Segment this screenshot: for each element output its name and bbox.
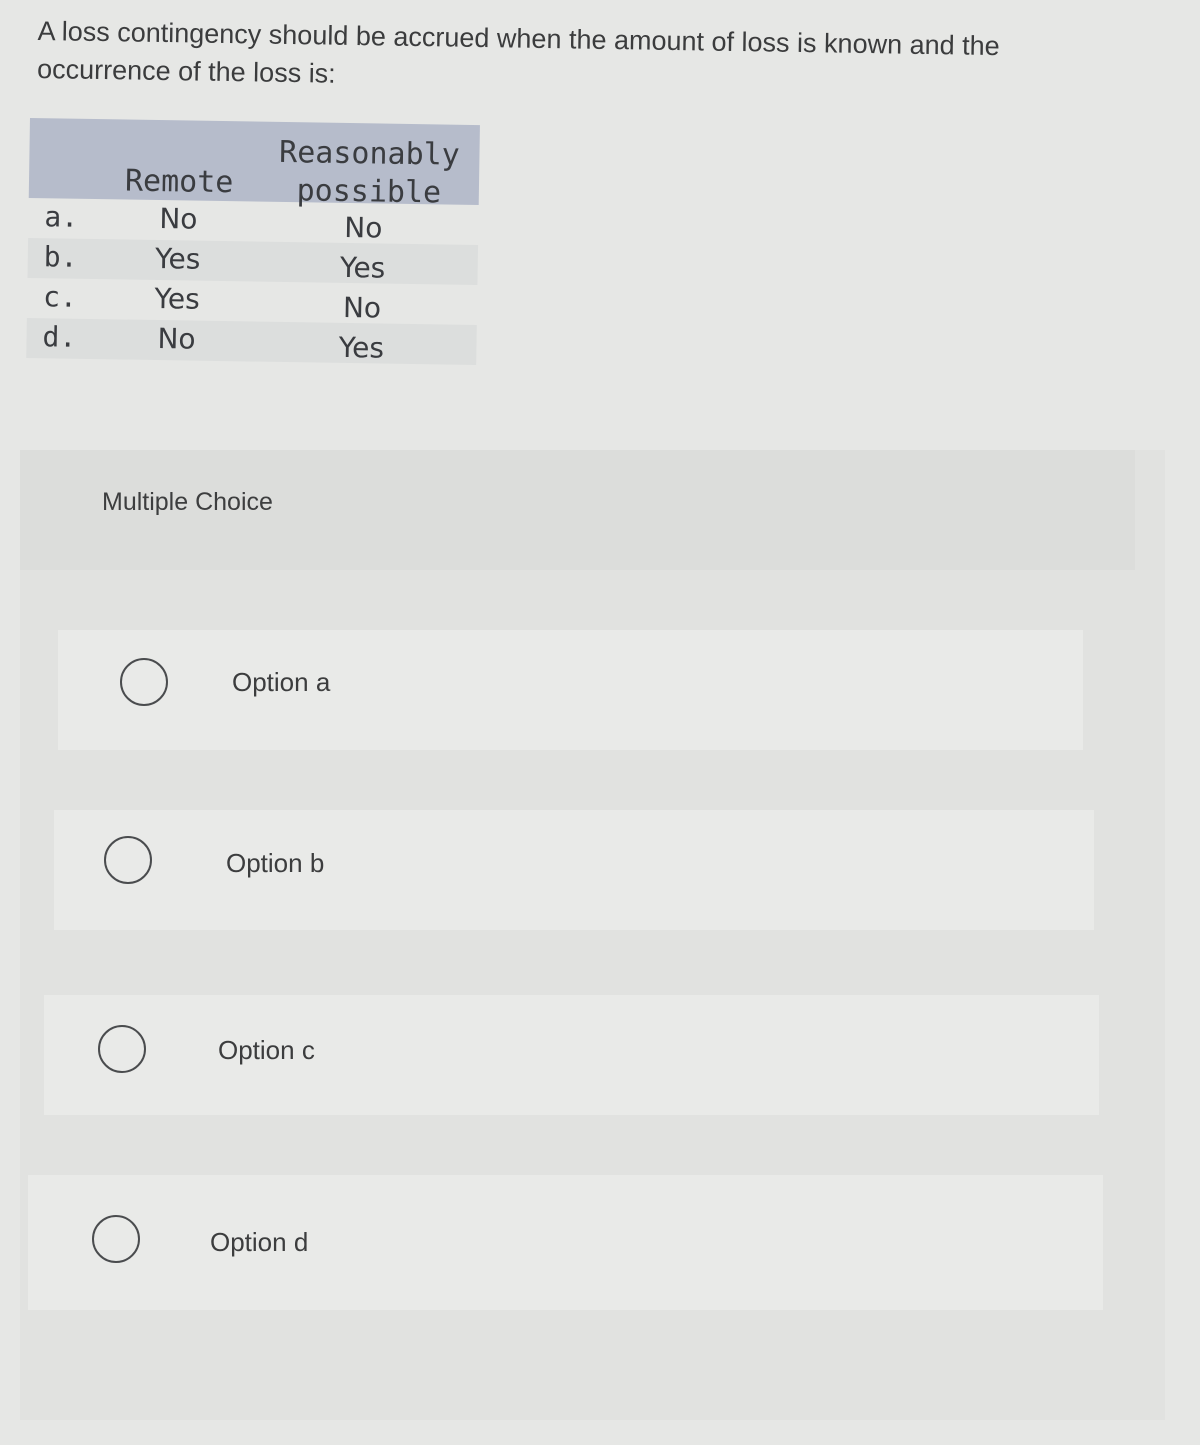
row-label: b. bbox=[43, 240, 78, 274]
option-label[interactable]: Option b bbox=[226, 848, 324, 879]
radio-unchecked-icon[interactable] bbox=[120, 658, 168, 706]
row-label: c. bbox=[42, 280, 78, 314]
header-rp-line1: Reasonably bbox=[278, 134, 461, 173]
answer-table: Remote Reasonably possible a. No No b. Y… bbox=[26, 118, 480, 366]
cell-remote: Yes bbox=[154, 241, 201, 276]
row-label: a. bbox=[44, 200, 79, 234]
cell-reasonably-possible: Yes bbox=[339, 250, 386, 285]
cell-remote: Yes bbox=[154, 281, 201, 316]
header-remote: Remote bbox=[124, 163, 234, 201]
table-row: a. No No bbox=[28, 198, 479, 245]
cell-reasonably-possible: No bbox=[342, 290, 382, 325]
radio-unchecked-icon[interactable] bbox=[92, 1215, 140, 1263]
question-text: A loss contingency should be accrued whe… bbox=[36, 15, 1000, 89]
cell-reasonably-possible: Yes bbox=[338, 330, 385, 365]
radio-unchecked-icon[interactable] bbox=[98, 1025, 146, 1073]
option-label[interactable]: Option d bbox=[210, 1227, 308, 1258]
cell-remote: No bbox=[159, 202, 198, 236]
cell-remote: No bbox=[157, 322, 196, 356]
header-reasonably-possible: Reasonably possible bbox=[274, 134, 465, 213]
table-row: b. Yes Yes bbox=[27, 237, 479, 286]
option-label[interactable]: Option a bbox=[232, 667, 330, 698]
table-row: d. No Yes bbox=[26, 317, 477, 366]
option-a[interactable]: Option a bbox=[58, 630, 1083, 750]
table-header: Remote Reasonably possible bbox=[28, 118, 480, 210]
multiple-choice-title: Multiple Choice bbox=[102, 488, 273, 516]
row-label: d. bbox=[42, 320, 77, 354]
option-d[interactable]: Option d bbox=[28, 1175, 1103, 1310]
cell-reasonably-possible: No bbox=[344, 210, 383, 245]
multiple-choice-panel: Multiple Choice Option a Option b Option… bbox=[20, 450, 1165, 1420]
option-b[interactable]: Option b bbox=[54, 810, 1094, 930]
radio-unchecked-icon[interactable] bbox=[104, 836, 152, 884]
panel-header: Multiple Choice bbox=[20, 450, 1135, 570]
option-label[interactable]: Option c bbox=[218, 1035, 315, 1066]
table-row: c. Yes No bbox=[27, 278, 478, 325]
option-c[interactable]: Option c bbox=[44, 995, 1099, 1115]
